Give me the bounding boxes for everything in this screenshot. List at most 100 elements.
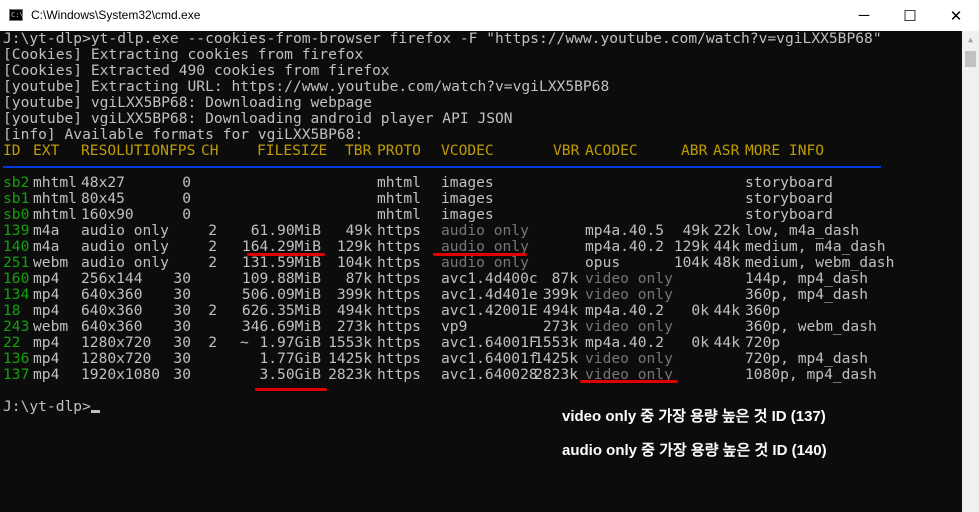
cell-abr: 0k xyxy=(691,334,709,351)
cell-filesize: 1.77GiB xyxy=(259,350,321,367)
cell-ext: mhtml xyxy=(33,174,77,191)
cell-fps: 30 xyxy=(173,270,191,287)
cell-proto: mhtml xyxy=(377,206,421,223)
cell-vbr: 273k xyxy=(542,318,578,335)
format-row: 137 mp4 1920x1080 30 3.50GiB 2823k https avc1.6… xyxy=(3,367,903,383)
cell-asr: 44k xyxy=(713,302,740,319)
cell-ext: mp4 xyxy=(33,302,60,319)
format-row: 134 mp4 640x360 30 506.09MiB 399k https avc1.4d… xyxy=(3,287,903,303)
cell-proto: https xyxy=(377,270,421,287)
cell-vbr: 1425k xyxy=(534,350,578,367)
cell-proto: https xyxy=(377,302,421,319)
cell-id: sb0 xyxy=(3,206,30,223)
cell-ext: m4a xyxy=(33,238,60,255)
cell-tbr: 1425k xyxy=(328,350,372,367)
prompt-text: J:\yt-dlp> xyxy=(3,398,91,415)
cell-ext: mhtml xyxy=(33,206,77,223)
maximize-button[interactable]: ☐ xyxy=(887,0,933,31)
format-row: 160 mp4 256x144 30 109.88MiB 87k https avc1.4d4… xyxy=(3,271,903,287)
cell-more-info: storyboard xyxy=(745,206,833,223)
header-ch: CH xyxy=(201,142,219,159)
annotation-video-only: video only 중 가장 용량 높은 것 ID (137) xyxy=(562,408,826,425)
cell-id: 137 xyxy=(3,366,30,383)
cell-proto: https xyxy=(377,254,421,271)
cell-fps: 30 xyxy=(173,334,191,351)
cell-resolution: audio only xyxy=(81,254,169,271)
header-abr: ABR xyxy=(681,142,708,159)
cell-abr: 49k xyxy=(682,222,709,239)
cell-vcodec: avc1.4d401e xyxy=(441,286,538,303)
cell-abr: 0k xyxy=(691,302,709,319)
cell-id: sb2 xyxy=(3,174,30,191)
close-button[interactable]: ✕ xyxy=(933,0,979,31)
log-line: [youtube] vgiLXX5BP68: Downloading andro… xyxy=(3,110,513,127)
cell-ext: mp4 xyxy=(33,366,60,383)
cell-ext: m4a xyxy=(33,222,60,239)
cell-tbr: 2823k xyxy=(328,366,372,383)
cmd-window: C:\ C:\Windows\System32\cmd.exe ─ ☐ ✕ J:… xyxy=(0,0,979,512)
cell-resolution: 1280x720 xyxy=(81,350,152,367)
cell-acodec: mp4a.40.2 xyxy=(585,238,665,255)
cell-id: 251 xyxy=(3,254,30,271)
cell-filesize: 3.50GiB xyxy=(259,366,321,383)
cell-vcodec: avc1.42001E xyxy=(441,302,538,319)
cell-acodec: opus xyxy=(585,254,621,271)
log-line: [youtube] Extracting URL: https://www.yo… xyxy=(3,78,610,95)
cell-proto: https xyxy=(377,334,421,351)
scroll-thumb[interactable] xyxy=(965,51,976,67)
cell-asr: 44k xyxy=(713,238,740,255)
cell-vcodec: vp9 xyxy=(441,318,468,335)
cell-resolution: 640x360 xyxy=(81,318,143,335)
cell-proto: https xyxy=(377,318,421,335)
cell-resolution: 1920x1080 xyxy=(81,366,161,383)
cmd-icon[interactable]: C:\ xyxy=(9,9,24,21)
format-row: sb2 mhtml 48x27 0 mhtml images storyboard xyxy=(3,175,903,191)
cell-filesize: 506.09MiB xyxy=(241,286,321,303)
cell-vcodec: images xyxy=(441,206,494,223)
header-acodec: ACODEC xyxy=(585,142,638,159)
scroll-up-arrow-icon[interactable]: ▲ xyxy=(962,31,979,48)
cell-tbr: 87k xyxy=(345,270,372,287)
cell-ext: mp4 xyxy=(33,334,60,351)
cell-id: 136 xyxy=(3,350,30,367)
cell-id: sb1 xyxy=(3,190,30,207)
console-output[interactable]: J:\yt-dlp>yt-dlp.exe --cookies-from-brow… xyxy=(0,31,962,512)
cell-fps: 30 xyxy=(173,366,191,383)
cell-resolution: audio only xyxy=(81,238,169,255)
text-cursor xyxy=(90,410,100,413)
cell-fps: 30 xyxy=(173,302,191,319)
cell-resolution: 256x144 xyxy=(81,270,143,287)
header-asr: ASR xyxy=(713,142,740,159)
cell-vcodec: images xyxy=(441,190,494,207)
highlight-underline-video-only xyxy=(580,380,678,383)
cell-id: 134 xyxy=(3,286,30,303)
cell-tbr: 273k xyxy=(336,318,372,335)
cell-vcodec: avc1.64001f xyxy=(441,350,538,367)
command-prompt[interactable]: J:\yt-dlp> xyxy=(3,399,100,415)
cell-more-info: 360p, webm_dash xyxy=(745,318,877,335)
cell-ch: 2 xyxy=(208,222,217,239)
log-line: [Cookies] Extracted 490 cookies from fir… xyxy=(3,62,390,79)
vertical-scrollbar[interactable]: ▲ xyxy=(962,31,979,512)
cell-acodec: video only xyxy=(585,318,673,335)
cell-filesize: 346.69MiB xyxy=(241,318,321,335)
highlight-underline-filesize-140 xyxy=(247,253,325,256)
window-title: C:\Windows\System32\cmd.exe xyxy=(31,8,201,22)
cell-ext: webm xyxy=(33,254,69,271)
title-bar[interactable]: C:\ C:\Windows\System32\cmd.exe ─ ☐ ✕ xyxy=(0,0,979,31)
minimize-button[interactable]: ─ xyxy=(841,0,887,31)
cell-proto: https xyxy=(377,366,421,383)
cell-filesize: 61.90MiB xyxy=(250,222,321,239)
cell-resolution: 640x360 xyxy=(81,302,143,319)
cell-fps: 30 xyxy=(173,350,191,367)
cell-ch: 2 xyxy=(208,254,217,271)
cell-abr: 129k xyxy=(673,238,709,255)
cell-fps: 0 xyxy=(182,174,191,191)
header-more-info: MORE INFO xyxy=(745,142,825,159)
cell-id: 243 xyxy=(3,318,30,335)
cell-acodec: mp4a.40.5 xyxy=(585,222,665,239)
cell-vcodec: audio only xyxy=(441,254,529,271)
cell-id: 18 xyxy=(3,302,21,319)
format-row: 22 mp4 1280x720 30 2 ~1.97GiB 1553k https avc1.6… xyxy=(3,335,903,351)
cell-fps: 0 xyxy=(182,206,191,223)
